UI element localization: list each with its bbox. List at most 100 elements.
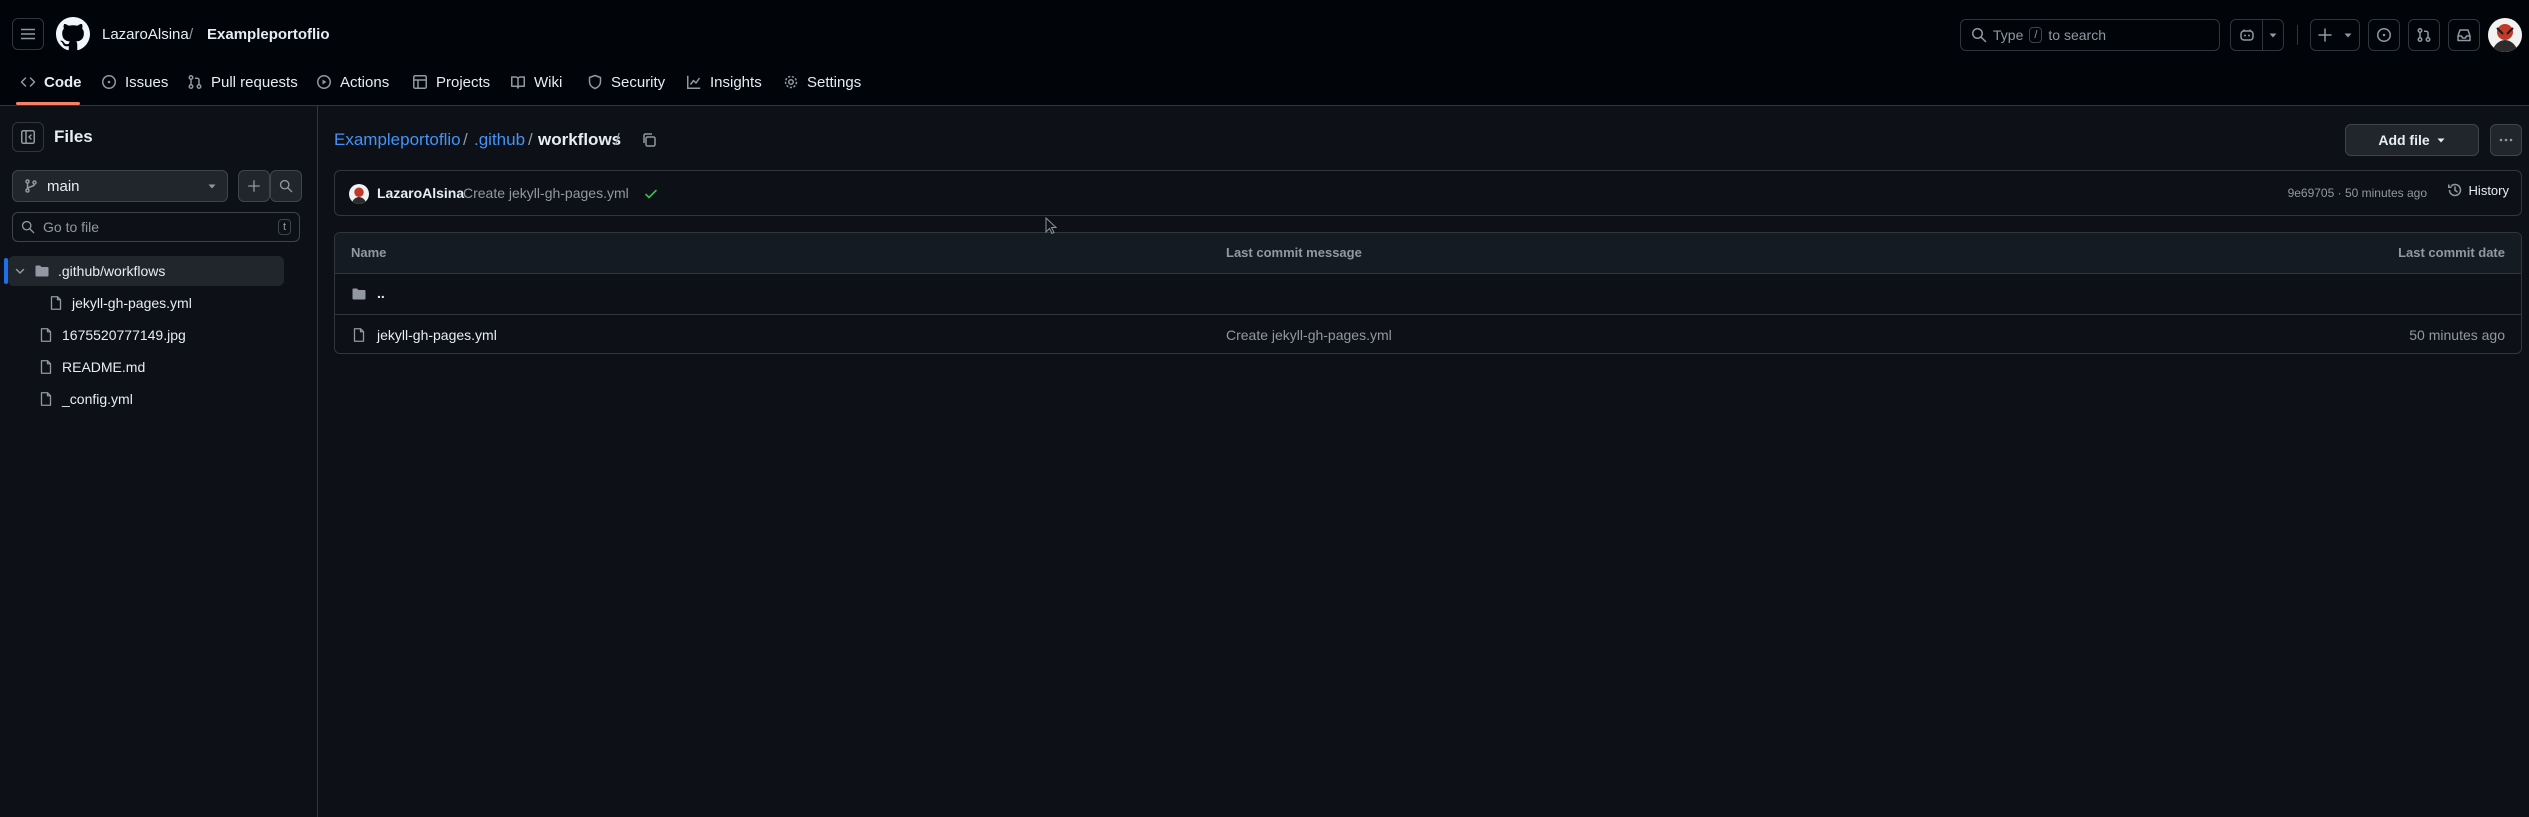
search-files-button[interactable] (270, 170, 302, 202)
breadcrumb-dir[interactable]: .github (474, 128, 525, 152)
file-commit-message[interactable]: Create jekyll-gh-pages.yml (1226, 327, 1392, 343)
sidebar-title: Files (54, 127, 93, 146)
tab-code[interactable]: Code (20, 68, 82, 96)
file-icon (40, 392, 52, 406)
breadcrumb-separator: / (463, 130, 468, 149)
search-shortcut-key: / (2029, 27, 2043, 43)
file-commit-date: 50 minutes ago (2409, 327, 2505, 343)
add-file-dropdown[interactable]: Add file (2345, 124, 2479, 156)
global-header: LazaroAlsina / Exampleportoflio Type / t… (0, 0, 2529, 106)
tab-wiki-label: Wiki (534, 73, 563, 91)
tree-item-file[interactable]: 1675520777149.jpg (38, 320, 186, 350)
tab-insights-label: Insights (710, 73, 762, 91)
tab-wiki[interactable]: Wiki (510, 68, 562, 96)
hamburger-menu-button[interactable] (12, 18, 44, 50)
breadcrumb-trailing: / (615, 130, 620, 149)
tab-security[interactable]: Security (587, 68, 665, 96)
folder-open-icon (35, 265, 49, 277)
commit-sha-time[interactable]: 9e69705 · 50 minutes ago (2288, 186, 2427, 200)
file-icon (40, 360, 52, 374)
play-icon (317, 75, 331, 89)
check-icon[interactable] (643, 186, 659, 202)
tree-item-label: _config.yml (62, 391, 133, 407)
copilot-main[interactable] (2231, 20, 2262, 50)
go-to-file-input[interactable]: Go to file t (12, 212, 300, 242)
copy-path-button[interactable] (638, 129, 660, 151)
tab-pull-requests-label: Pull requests (211, 73, 298, 91)
file-icon (40, 328, 52, 342)
gear-icon (784, 75, 798, 89)
search-input[interactable]: Type / to search (1960, 19, 2220, 51)
tab-issues[interactable]: Issues (101, 68, 168, 96)
more-options-button[interactable] (2490, 124, 2522, 156)
column-header-name: Name (351, 245, 387, 260)
tree-item-folder[interactable]: .github/workflows (14, 256, 165, 286)
history-button[interactable]: History (2447, 182, 2509, 198)
pull-request-icon (188, 75, 202, 89)
selected-row-indicator (4, 258, 8, 284)
github-logo[interactable] (56, 17, 90, 51)
latest-commit-bar: LazaroAlsina Create jekyll-gh-pages.yml … (334, 170, 2522, 216)
column-header-date: Last commit date (2398, 245, 2505, 260)
pull-requests-button[interactable] (2408, 19, 2440, 51)
chevron-down-icon (15, 268, 25, 275)
table-row-parent[interactable]: .. (335, 273, 2521, 314)
tab-settings-label: Settings (807, 73, 862, 91)
file-table: Name Last commit message Last commit dat… (334, 232, 2522, 354)
avatar-icon (349, 184, 369, 204)
tree-item-file[interactable]: jekyll-gh-pages.yml (48, 288, 192, 318)
issue-icon (2377, 28, 2391, 42)
search-suffix: to search (2048, 27, 2107, 43)
history-label: History (2468, 182, 2509, 198)
avatar-icon (2488, 18, 2522, 52)
breadcrumb-repo[interactable]: Exampleportoflio (334, 128, 461, 152)
tab-projects[interactable]: Projects (412, 68, 490, 96)
branch-name: main (47, 177, 80, 195)
mouse-cursor-icon (1045, 217, 1057, 235)
shield-icon (588, 74, 602, 90)
tab-actions[interactable]: Actions (316, 68, 389, 96)
table-row[interactable]: jekyll-gh-pages.yml Create jekyll-gh-pag… (335, 314, 2521, 353)
tab-pull-requests[interactable]: Pull requests (187, 68, 298, 96)
go-to-file-placeholder: Go to file (43, 219, 100, 235)
commit-author[interactable]: LazaroAlsina (377, 185, 464, 201)
create-new-button[interactable] (2310, 19, 2360, 51)
tree-item-label: jekyll-gh-pages.yml (72, 295, 192, 311)
tab-insights[interactable]: Insights (686, 68, 762, 96)
copilot-icon (2239, 29, 2254, 41)
commit-author-avatar[interactable] (349, 184, 369, 204)
copilot-dropdown[interactable] (2263, 20, 2283, 50)
tree-item-label: .github/workflows (58, 263, 166, 279)
file-name-link[interactable]: jekyll-gh-pages.yml (377, 327, 497, 343)
copilot-button[interactable] (2230, 19, 2284, 51)
pull-request-icon (2417, 28, 2431, 42)
collapse-sidebar-button[interactable] (12, 122, 44, 152)
triangle-down-icon (2269, 33, 2277, 38)
breadcrumb-separator: / (528, 130, 533, 149)
history-icon (2447, 183, 2461, 197)
tab-settings[interactable]: Settings (783, 68, 861, 96)
branch-selector[interactable]: main (12, 170, 228, 202)
tree-item-label: 1675520777149.jpg (62, 327, 186, 343)
user-avatar[interactable] (2488, 18, 2522, 52)
tab-actions-label: Actions (340, 73, 390, 91)
owner-link[interactable]: LazaroAlsina (102, 24, 189, 46)
commit-message[interactable]: Create jekyll-gh-pages.yml (463, 185, 629, 201)
tree-item-file[interactable]: _config.yml (38, 384, 133, 414)
hamburger-icon (21, 28, 35, 40)
triangle-down-icon (2344, 33, 2352, 38)
search-icon (1972, 28, 1987, 43)
repo-link[interactable]: Exampleportoflio (207, 24, 330, 46)
inbox-button[interactable] (2448, 19, 2480, 51)
go-to-file-shortcut: t (277, 219, 291, 235)
issues-button[interactable] (2368, 19, 2400, 51)
code-icon (20, 77, 36, 87)
parent-directory-link[interactable]: .. (377, 285, 385, 301)
table-icon (413, 75, 427, 89)
tree-item-file[interactable]: README.md (38, 352, 145, 382)
breadcrumb-current: workflows (538, 130, 622, 149)
add-file-button[interactable] (238, 170, 270, 202)
add-file-label: Add file (2378, 132, 2430, 148)
search-icon (279, 179, 293, 193)
issue-icon (102, 75, 116, 89)
